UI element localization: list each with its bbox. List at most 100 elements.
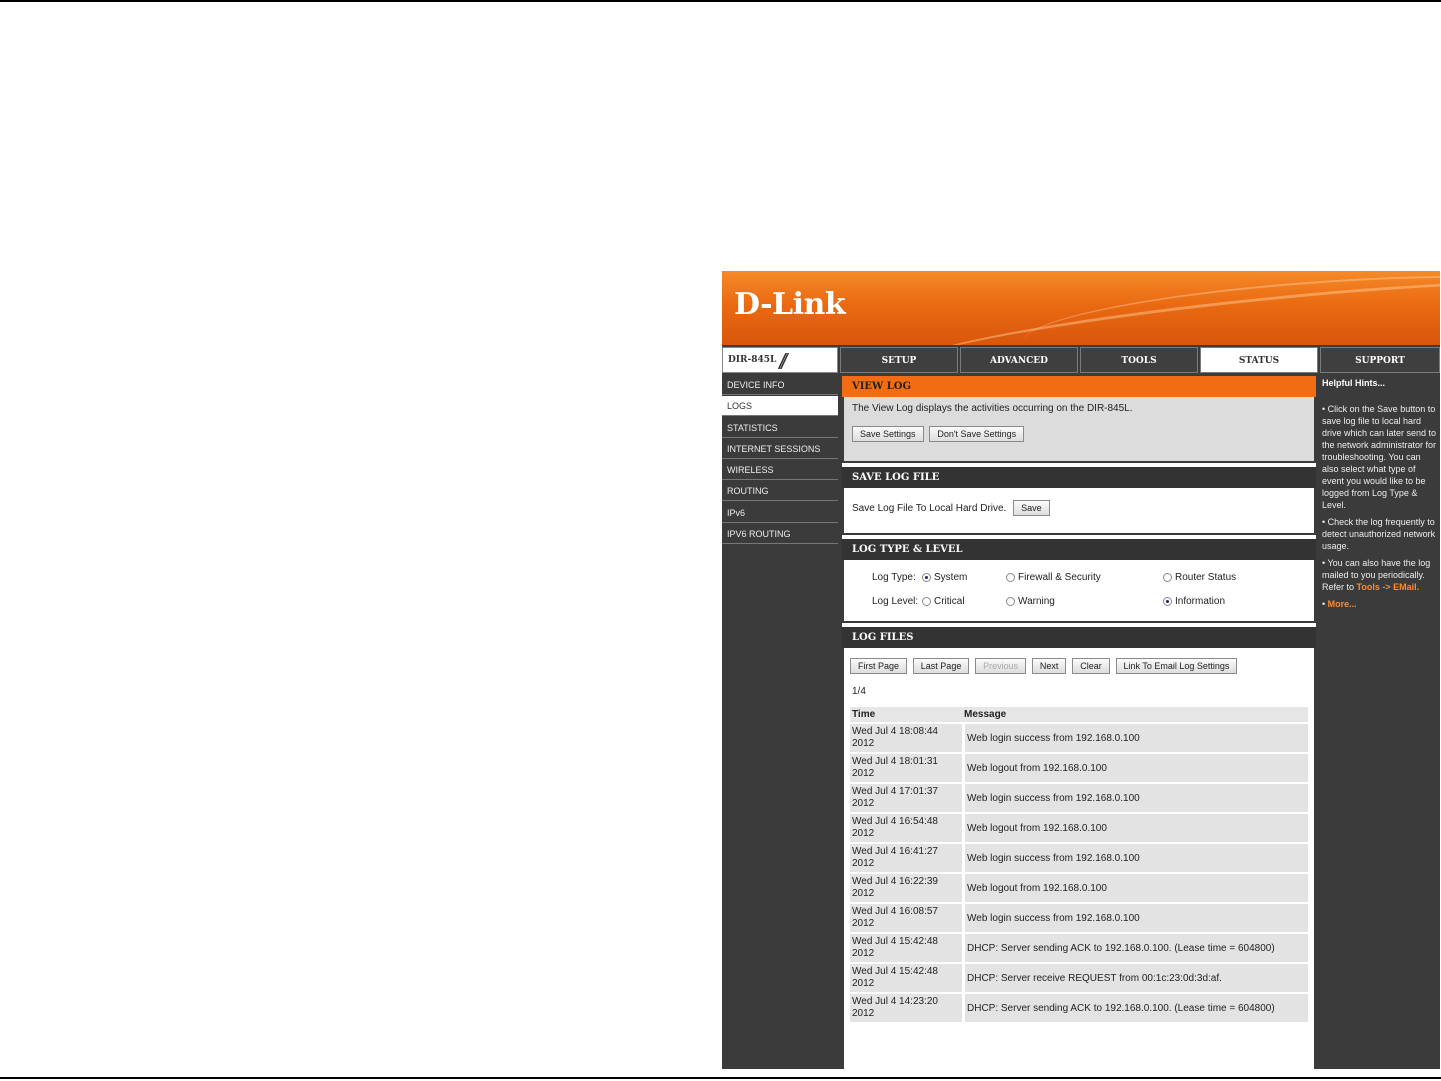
log-message: Web login success from 192.168.0.100 bbox=[962, 784, 1308, 812]
top-rule bbox=[0, 0, 1441, 2]
page-indicator: 1/4 bbox=[852, 686, 866, 697]
log-time: Wed Jul 4 16:22:39 2012 bbox=[850, 874, 962, 902]
last-page-button[interactable]: Last Page bbox=[912, 658, 970, 674]
radio-selected-icon[interactable] bbox=[1163, 596, 1172, 606]
bottom-rule bbox=[0, 1077, 1441, 1079]
log-type-level-section: Log Type: System Firewall & Security Rou… bbox=[842, 560, 1316, 623]
log-message: Web login success from 192.168.0.100 bbox=[962, 904, 1308, 932]
tab-status[interactable]: STATUS bbox=[1200, 347, 1318, 373]
table-row: Wed Jul 4 16:54:48 2012 Web logout from 19… bbox=[850, 814, 1308, 842]
view-log-section: The View Log displays the activities occ… bbox=[842, 397, 1316, 463]
previous-button[interactable]: Previous bbox=[975, 658, 1027, 674]
hint-check-log: • Check the log frequently to detect una… bbox=[1322, 517, 1436, 551]
log-level-critical[interactable]: Critical bbox=[922, 596, 1006, 607]
sidebar-item-ipv6[interactable]: IPv6 bbox=[722, 502, 838, 523]
log-time: Wed Jul 4 17:01:37 2012 bbox=[850, 784, 962, 812]
table-row: Wed Jul 4 16:41:27 2012 Web login success … bbox=[850, 844, 1308, 872]
table-row: Wed Jul 4 14:23:20 2012 DHCP: Server sendi… bbox=[850, 994, 1308, 1022]
log-type-level-title: LOG TYPE & LEVEL bbox=[842, 539, 1316, 560]
log-level-row: Log Level: Critical Warning Information bbox=[852, 589, 1306, 613]
more-link[interactable]: More... bbox=[1328, 599, 1357, 609]
top-nav-tabs: SETUP ADVANCED TOOLS STATUS bbox=[840, 347, 1318, 373]
log-message: Web logout from 192.168.0.100 bbox=[962, 754, 1308, 782]
table-row: Wed Jul 4 16:22:39 2012 Web logout from 19… bbox=[850, 874, 1308, 902]
tab-setup[interactable]: SETUP bbox=[840, 347, 958, 373]
col-message: Message bbox=[962, 707, 1308, 722]
table-row: Wed Jul 4 15:42:48 2012 DHCP: Server recei… bbox=[850, 964, 1308, 992]
sidebar-item-internet-sessions[interactable]: INTERNET SESSIONS bbox=[722, 438, 838, 459]
radio-icon[interactable] bbox=[1006, 572, 1015, 582]
first-page-button[interactable]: First Page bbox=[850, 658, 908, 674]
log-message: DHCP: Server receive REQUEST from 00:1c:… bbox=[962, 964, 1308, 992]
log-files-toolbar: First Page Last Page Previous Next Clear… bbox=[850, 658, 1308, 674]
radio-icon[interactable] bbox=[922, 596, 931, 606]
router-admin-screenshot: D-Link DIR-845L // SETUP ADVANCED TOOLS … bbox=[722, 271, 1440, 1069]
log-files-title: LOG FILES bbox=[842, 627, 1316, 648]
log-time: Wed Jul 4 16:54:48 2012 bbox=[850, 814, 962, 842]
slashes-icon: // bbox=[779, 349, 787, 374]
log-time: Wed Jul 4 18:01:31 2012 bbox=[850, 754, 962, 782]
log-type-firewall[interactable]: Firewall & Security bbox=[1006, 572, 1163, 583]
tools-email-link[interactable]: Tools -> EMail. bbox=[1357, 582, 1420, 592]
log-type-row: Log Type: System Firewall & Security Rou… bbox=[852, 565, 1306, 589]
table-row: Wed Jul 4 15:42:48 2012 DHCP: Server sendi… bbox=[850, 934, 1308, 962]
log-time: Wed Jul 4 16:41:27 2012 bbox=[850, 844, 962, 872]
radio-selected-icon[interactable] bbox=[922, 572, 931, 582]
log-time: Wed Jul 4 14:23:20 2012 bbox=[850, 994, 962, 1022]
model-label: DIR-845L // bbox=[722, 347, 838, 374]
log-time: Wed Jul 4 15:42:48 2012 bbox=[850, 964, 962, 992]
table-row: Wed Jul 4 18:08:44 2012 Web login success … bbox=[850, 724, 1308, 752]
model-name: DIR-845L bbox=[728, 355, 777, 365]
log-time: Wed Jul 4 15:42:48 2012 bbox=[850, 934, 962, 962]
log-message: Web login success from 192.168.0.100 bbox=[962, 724, 1308, 752]
log-message: DHCP: Server sending ACK to 192.168.0.10… bbox=[962, 994, 1308, 1022]
save-log-file-title: SAVE LOG FILE bbox=[842, 467, 1316, 488]
sidebar-item-statistics[interactable]: STATISTICS bbox=[722, 417, 838, 438]
log-type-system[interactable]: System bbox=[922, 572, 1006, 583]
log-type-router-status[interactable]: Router Status bbox=[1163, 572, 1236, 583]
col-time: Time bbox=[850, 707, 962, 722]
radio-icon[interactable] bbox=[1163, 572, 1172, 582]
log-message: DHCP: Server sending ACK to 192.168.0.10… bbox=[962, 934, 1308, 962]
link-email-log-settings-button[interactable]: Link To Email Log Settings bbox=[1115, 658, 1238, 674]
view-log-title: VIEW LOG bbox=[842, 376, 1316, 397]
log-table-header: Time Message bbox=[850, 707, 1308, 722]
table-row: Wed Jul 4 17:01:37 2012 Web login success … bbox=[850, 784, 1308, 812]
radio-icon[interactable] bbox=[1006, 596, 1015, 606]
header-banner: D-Link bbox=[722, 271, 1440, 345]
dlink-logo: D-Link bbox=[734, 287, 846, 322]
next-button[interactable]: Next bbox=[1031, 658, 1067, 674]
view-log-description: The View Log displays the activities occ… bbox=[852, 403, 1133, 414]
save-log-button[interactable]: Save bbox=[1013, 500, 1050, 516]
log-message: Web logout from 192.168.0.100 bbox=[962, 814, 1308, 842]
helpful-hints-panel: Helpful Hints... • Click on the Save but… bbox=[1320, 375, 1440, 1069]
sidebar-item-routing[interactable]: ROUTING bbox=[722, 481, 838, 502]
log-time: Wed Jul 4 18:08:44 2012 bbox=[850, 724, 962, 752]
log-type-label: Log Type: bbox=[872, 571, 916, 583]
sidebar-item-wireless[interactable]: WIRELESS bbox=[722, 460, 838, 481]
table-row: Wed Jul 4 18:01:31 2012 Web logout from 19… bbox=[850, 754, 1308, 782]
hint-save: • Click on the Save button to save log f… bbox=[1322, 404, 1437, 510]
sidebar-item-ipv6-routing[interactable]: IPV6 ROUTING bbox=[722, 524, 838, 545]
log-level-warning[interactable]: Warning bbox=[1006, 596, 1163, 607]
log-time: Wed Jul 4 16:08:57 2012 bbox=[850, 904, 962, 932]
tab-tools[interactable]: TOOLS bbox=[1080, 347, 1198, 373]
tab-support[interactable]: SUPPORT bbox=[1320, 347, 1440, 373]
table-row: Wed Jul 4 16:08:57 2012 Web login success … bbox=[850, 904, 1308, 932]
hints-title: Helpful Hints... bbox=[1322, 378, 1385, 388]
save-log-file-section: Save Log File To Local Hard Drive. Save bbox=[842, 488, 1316, 535]
main-content: VIEW LOG The View Log displays the activ… bbox=[842, 376, 1316, 1069]
tab-advanced[interactable]: ADVANCED bbox=[960, 347, 1078, 373]
hint-email: • You can also have the log mailed to yo… bbox=[1322, 558, 1431, 592]
log-level-information[interactable]: Information bbox=[1163, 596, 1225, 607]
sidebar: DEVICE INFO LOGS STATISTICS INTERNET SES… bbox=[722, 375, 838, 545]
log-table: Time Message Wed Jul 4 18:08:44 2012 Web l… bbox=[850, 705, 1308, 1024]
dont-save-settings-button[interactable]: Don't Save Settings bbox=[929, 426, 1025, 442]
log-message: Web logout from 192.168.0.100 bbox=[962, 874, 1308, 902]
clear-button[interactable]: Clear bbox=[1072, 658, 1110, 674]
sidebar-item-device-info[interactable]: DEVICE INFO bbox=[722, 375, 838, 395]
log-message: Web login success from 192.168.0.100 bbox=[962, 844, 1308, 872]
save-settings-button[interactable]: Save Settings bbox=[852, 426, 924, 442]
log-level-label: Log Level: bbox=[872, 595, 919, 607]
sidebar-item-logs[interactable]: LOGS bbox=[722, 396, 838, 417]
